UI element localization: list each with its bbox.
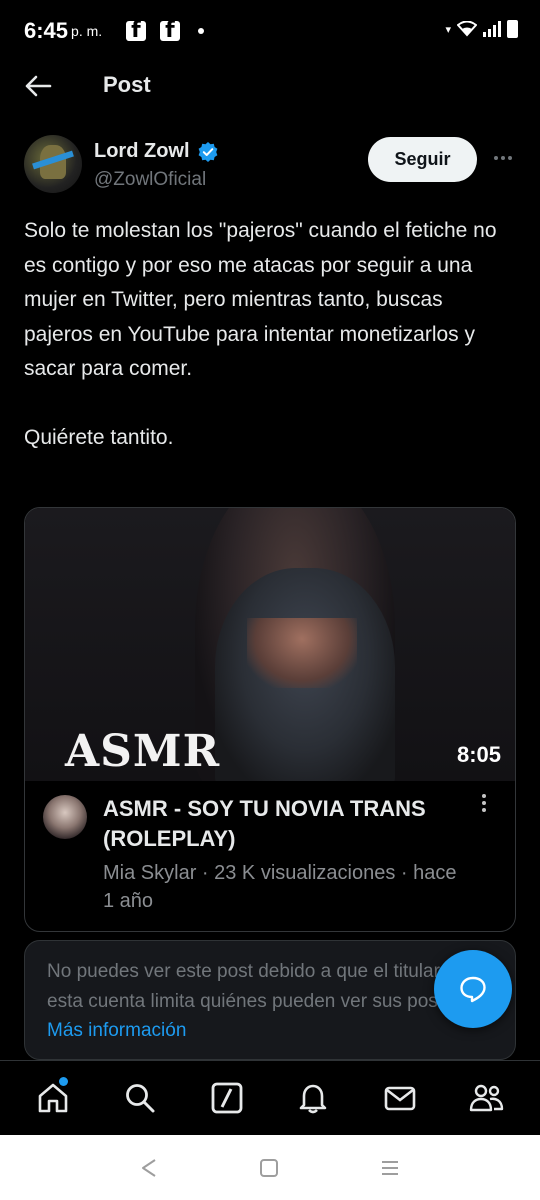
video-thumbnail[interactable]: ASMR 8:05 [25, 508, 515, 781]
video-duration: 8:05 [456, 742, 501, 767]
video-menu-icon[interactable] [480, 794, 488, 814]
communities-icon [469, 1084, 503, 1112]
status-ampm: p. m. [71, 23, 103, 39]
grok-icon [211, 1082, 243, 1114]
more-notifications-dot-icon [198, 28, 205, 34]
back-arrow-icon[interactable] [24, 74, 52, 98]
back-triangle-icon[interactable] [140, 1158, 158, 1178]
battery-icon [507, 20, 518, 38]
author-avatar[interactable] [24, 135, 82, 193]
nav-home[interactable] [28, 1073, 78, 1123]
wifi-icon [457, 21, 477, 37]
search-icon [126, 1084, 155, 1113]
system-navigation-bar [0, 1135, 540, 1200]
youtube-video-card[interactable]: ASMR 8:05 ASMR - SOY TU NOVIA TRANS (ROL… [24, 507, 516, 932]
verified-badge-icon [198, 142, 218, 162]
post-text: Solo te molestan los "pajeros" cuando el… [24, 219, 497, 449]
nav-search[interactable] [115, 1073, 165, 1123]
notice-text: No puedes ver este post debido a que el … [47, 961, 467, 1012]
channel-avatar[interactable] [43, 795, 87, 839]
messages-icon [384, 1086, 416, 1111]
thumbnail-title-text: ASMR [65, 726, 221, 777]
author-name[interactable]: Lord Zowl [94, 140, 190, 163]
video-title[interactable]: ASMR - SOY TU NOVIA TRANS (ROLEPLAY) [103, 794, 443, 854]
bottom-navigation [0, 1060, 540, 1135]
reply-bubble-icon [460, 976, 486, 1003]
nav-messages[interactable] [375, 1073, 425, 1123]
status-bar: 6:45 p. m. ▾ [0, 0, 540, 62]
nav-communities[interactable] [462, 1073, 512, 1123]
home-square-icon[interactable] [259, 1158, 279, 1178]
facebook-notification-icon [126, 18, 147, 43]
status-time: 6:45 [24, 18, 69, 43]
home-icon [39, 1083, 68, 1113]
facebook-notification-icon [160, 18, 181, 43]
follow-button[interactable]: Seguir [368, 137, 477, 182]
learn-more-link[interactable]: Más información [47, 1020, 186, 1041]
top-bar: Post [0, 62, 540, 110]
video-meta: Mia Skylar · 23 K visualizaciones · hace… [103, 862, 457, 912]
page-title: Post [103, 72, 151, 97]
signal-icon [483, 21, 501, 37]
nav-grok[interactable] [202, 1073, 252, 1123]
more-options-icon[interactable] [490, 148, 516, 168]
notifications-icon [299, 1084, 327, 1114]
data-arrow-icon: ▾ [445, 23, 451, 36]
status-indicators: ▾ [445, 20, 518, 38]
nav-notifications[interactable] [288, 1073, 338, 1123]
recents-icon[interactable] [380, 1158, 400, 1178]
reply-fab-button[interactable] [434, 950, 512, 1028]
author-handle[interactable]: @ZowlOficial [94, 169, 206, 191]
